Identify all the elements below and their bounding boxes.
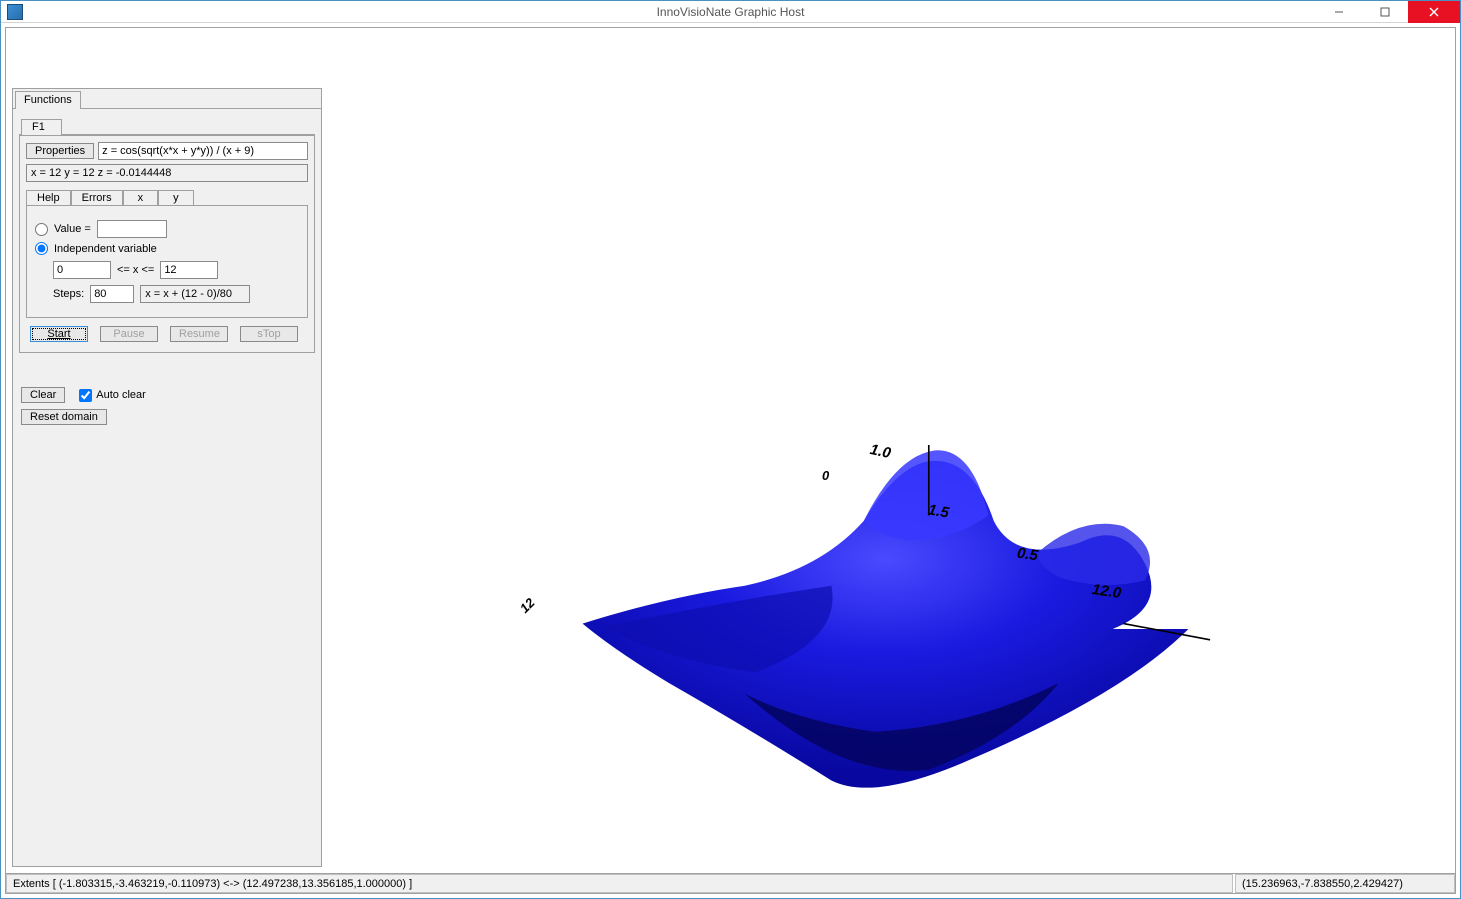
range-max-input[interactable] <box>160 261 218 279</box>
maximize-button[interactable] <box>1362 1 1408 23</box>
auto-clear-checkbox[interactable] <box>79 389 92 402</box>
reset-domain-button[interactable]: Reset domain <box>21 409 107 425</box>
plot-area[interactable]: 12.0 0.5 1.0 1.5 0 12 <box>322 88 1449 867</box>
independent-label: Independent variable <box>54 243 157 255</box>
steps-label: Steps: <box>53 288 84 300</box>
pause-button[interactable]: Pause <box>100 326 158 342</box>
properties-button[interactable]: Properties <box>26 143 94 159</box>
tab-functions[interactable]: Functions <box>15 91 81 109</box>
functions-tab-strip: Functions <box>13 89 321 109</box>
status-extents: Extents [ (-1.803315,-3.463219,-0.110973… <box>6 874 1233 893</box>
main-area: Functions F1 Properties x = 12 y = 12 z … <box>5 27 1456 894</box>
surface-plot <box>322 88 1449 867</box>
function-list-tabs: F1 <box>19 117 315 135</box>
evaluation-readout: x = 12 y = 12 z = -0.0144448 <box>26 164 308 182</box>
axis-tick-05: 0.5 <box>1016 545 1039 565</box>
tab-f1[interactable]: F1 <box>21 119 62 135</box>
axis-tick-15: 1.5 <box>927 501 950 521</box>
stop-button[interactable]: sTop <box>240 326 298 342</box>
status-bar: Extents [ (-1.803315,-3.463219,-0.110973… <box>6 873 1455 893</box>
radio-independent[interactable] <box>35 242 48 255</box>
tab-errors[interactable]: Errors <box>71 190 123 206</box>
step-formula-readout: x = x + (12 - 0)/80 <box>140 285 250 303</box>
range-min-input[interactable] <box>53 261 111 279</box>
tab-x[interactable]: x <box>123 190 159 206</box>
variable-pane: Value = Independent variable <= x <= <box>26 206 308 318</box>
range-op-label: <= x <= <box>117 264 154 276</box>
value-label: Value = <box>54 223 91 235</box>
app-window: InnoVisioNate Graphic Host Functions <box>0 0 1461 899</box>
steps-input[interactable] <box>90 285 134 303</box>
value-input[interactable] <box>97 220 167 238</box>
close-button[interactable] <box>1408 1 1460 23</box>
auto-clear-wrap[interactable]: Auto clear <box>79 389 146 402</box>
close-icon <box>1429 7 1439 17</box>
axis-tick-0: 0 <box>822 468 829 483</box>
app-icon <box>7 4 23 20</box>
resume-button[interactable]: Resume <box>170 326 228 342</box>
lower-controls: Clear Auto clear Reset domain <box>13 359 321 433</box>
clear-button[interactable]: Clear <box>21 387 65 403</box>
simulation-controls: Start Pause Resume sTop <box>26 326 308 342</box>
client-area: Functions F1 Properties x = 12 y = 12 z … <box>1 23 1460 898</box>
radio-value[interactable] <box>35 223 48 236</box>
function-editor: Properties x = 12 y = 12 z = -0.0144448 … <box>19 135 315 353</box>
content-row: Functions F1 Properties x = 12 y = 12 z … <box>6 28 1455 873</box>
status-cursor: (15.236963,-7.838550,2.429427) <box>1235 874 1455 893</box>
titlebar[interactable]: InnoVisioNate Graphic Host <box>1 1 1460 23</box>
tab-help[interactable]: Help <box>26 190 71 206</box>
expression-input[interactable] <box>98 142 308 160</box>
functions-panel: F1 Properties x = 12 y = 12 z = -0.01444… <box>13 109 321 359</box>
maximize-icon <box>1380 7 1390 17</box>
minimize-icon <box>1334 7 1344 17</box>
window-title: InnoVisioNate Graphic Host <box>1 5 1460 19</box>
side-panel: Functions F1 Properties x = 12 y = 12 z … <box>12 88 322 867</box>
window-controls <box>1316 1 1460 22</box>
var-tab-strip: Help Errors x y <box>26 188 308 206</box>
start-button[interactable]: Start <box>30 326 88 342</box>
auto-clear-label: Auto clear <box>96 389 146 401</box>
minimize-button[interactable] <box>1316 1 1362 23</box>
tab-y[interactable]: y <box>158 190 194 206</box>
